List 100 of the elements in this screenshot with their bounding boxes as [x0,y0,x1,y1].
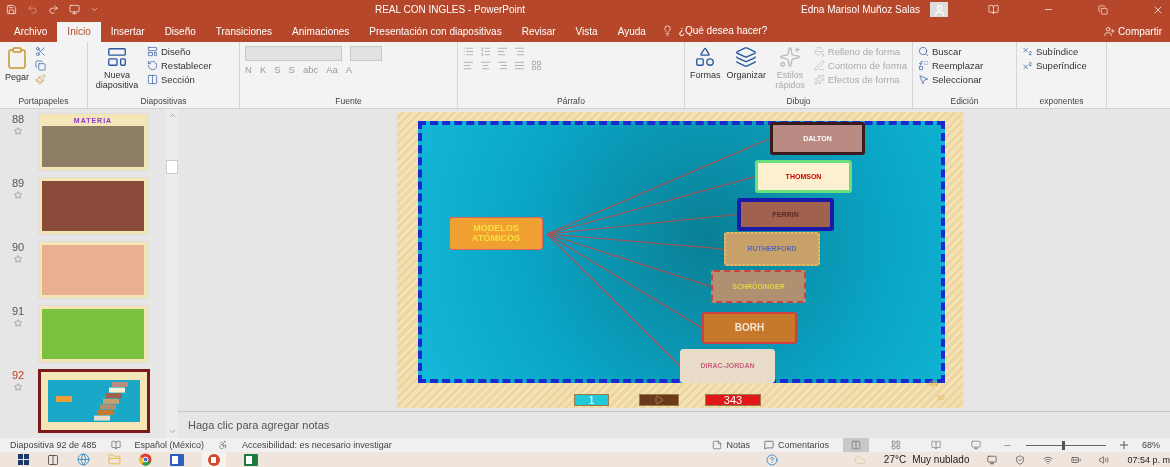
align-center-icon[interactable] [480,59,491,71]
play-button[interactable] [639,393,679,406]
ribbon-button[interactable]: Seleccionar [918,73,984,85]
slide-thumbnail[interactable] [38,368,150,433]
bullets-icon[interactable] [463,45,474,57]
user-name: Edna Marisol Muñoz Salas [801,4,920,16]
slide-counter: Diapositiva 92 de 485 [10,440,97,450]
ribbon-tab[interactable]: Animaciones [282,21,360,42]
ribbon-button[interactable]: Nueva diapositiva [93,45,141,90]
ribbon-tab[interactable]: Diseño [154,21,206,42]
ribbon-display-icon[interactable] [988,4,999,16]
shapes-icon [694,45,717,68]
accessibility-status[interactable]: Accesibilidad: es necesario investigar [242,440,392,450]
clock-time[interactable]: 07:54 p. m [1127,454,1170,465]
align-right-icon[interactable] [497,59,508,71]
notes-button[interactable]: Notas [726,440,750,450]
paste-button[interactable]: Pegar [5,45,30,82]
slide-number: 92 [11,368,25,381]
group-label: Edición [949,95,980,108]
ribbon-tab[interactable]: Vista [565,21,608,42]
ribbon-tab[interactable]: Presentación con diapositivas [359,21,512,42]
ribbon-tab[interactable]: Insertar [100,21,155,42]
language-label[interactable]: Español (México) [134,440,205,450]
slide-number: 91 [11,304,25,317]
undo-icon[interactable] [27,4,38,16]
chrome-icon[interactable] [139,453,152,466]
avatar-icon[interactable] [930,2,948,18]
slide-number: 88 [11,112,25,125]
ribbon-button[interactable]: Diseño [147,45,212,57]
ribbon-button[interactable]: Organizar [726,45,767,80]
format-button[interactable]: Aa [326,63,338,75]
security-icon[interactable] [1015,454,1026,465]
help-icon[interactable] [765,453,778,466]
scrollbar-thumb[interactable] [166,159,178,174]
notes-placeholder[interactable]: Haga clic para agregar notas [188,419,330,431]
redo-icon[interactable] [48,4,59,16]
volume-icon[interactable] [1099,454,1110,465]
ribbon-button[interactable]: Subíndice [1022,45,1087,57]
format-button[interactable]: K [259,63,267,75]
ribbon-tab[interactable]: Transiciones [205,21,283,42]
speaker-icon[interactable] [929,378,938,388]
restore-icon[interactable] [1098,4,1108,15]
font-name-field[interactable] [245,45,342,61]
ribbon-tab[interactable]: Ayuda [607,21,656,42]
indent-icon[interactable] [497,45,508,57]
numbering-icon[interactable] [480,45,491,57]
excel-icon[interactable] [244,453,258,466]
ribbon-tab[interactable]: Archivo [4,21,58,42]
wifi-icon[interactable] [1043,454,1054,465]
ribbon-button[interactable]: Superíndice [1022,59,1087,71]
notes-icon[interactable] [712,440,723,450]
battery-icon[interactable] [1071,454,1082,465]
ribbon-button[interactable]: Formas [690,45,721,80]
lightbulb-icon[interactable] [661,25,673,37]
spelling-icon[interactable] [110,440,121,450]
comments-button[interactable]: Comentarios [777,440,829,450]
justify-icon[interactable] [514,59,525,71]
ribbon-button[interactable]: Reemplazar [918,59,984,71]
copy-icon[interactable] [35,59,47,71]
font-size-field[interactable] [350,45,382,61]
central-node: MODELOS ATÓMICOS [449,216,543,250]
format-button[interactable]: abc [302,63,319,75]
last-slide-button[interactable]: 343 [705,393,761,406]
zoom-in-icon[interactable] [1120,441,1128,449]
task-view-icon[interactable] [47,453,59,466]
format-painter-icon[interactable] [35,73,47,85]
slideshow-icon[interactable] [69,4,80,16]
normal-view-button[interactable] [843,438,869,452]
word-icon[interactable] [170,453,184,466]
browser-icon[interactable] [77,453,90,466]
align-left-icon[interactable] [463,59,474,71]
columns-icon[interactable] [531,59,542,71]
ribbon-tab[interactable]: Inicio [57,21,101,42]
folder-icon[interactable] [108,453,121,466]
window-title: REAL CON INGLES - PowerPoint [374,4,526,16]
outdent-icon[interactable] [514,45,525,57]
ribbon-button[interactable]: Sección [147,73,212,85]
windows-logo-icon[interactable] [18,454,29,465]
cut-icon[interactable] [35,45,47,57]
powerpoint-icon[interactable] [207,453,221,466]
temperature[interactable]: 27°C [883,454,907,465]
format-button[interactable]: S [274,63,281,75]
comments-icon[interactable] [763,440,774,450]
slide-number: 89 [11,176,25,189]
format-button[interactable]: A [345,63,353,75]
scroll-down-icon[interactable] [167,427,177,436]
format-button[interactable]: S [288,63,295,75]
ribbon-button[interactable]: Buscar [918,45,984,57]
zoom-level[interactable]: 68% [1142,440,1160,450]
weather-label[interactable]: Muy nublado [912,454,970,465]
panes-icon [851,440,861,450]
tell-me-field[interactable]: ¿Qué desea hacer? [678,25,768,37]
ribbon-tab[interactable]: Revisar [511,21,566,42]
save-icon[interactable] [6,4,17,16]
accessibility-icon[interactable] [218,440,229,450]
star-icon [14,190,22,199]
zoom-thumb[interactable] [1062,440,1065,450]
group-label: Fuente [334,95,363,108]
share-button[interactable]: Compartir [1104,21,1170,42]
ribbon-button[interactable]: Restablecer [147,59,212,71]
